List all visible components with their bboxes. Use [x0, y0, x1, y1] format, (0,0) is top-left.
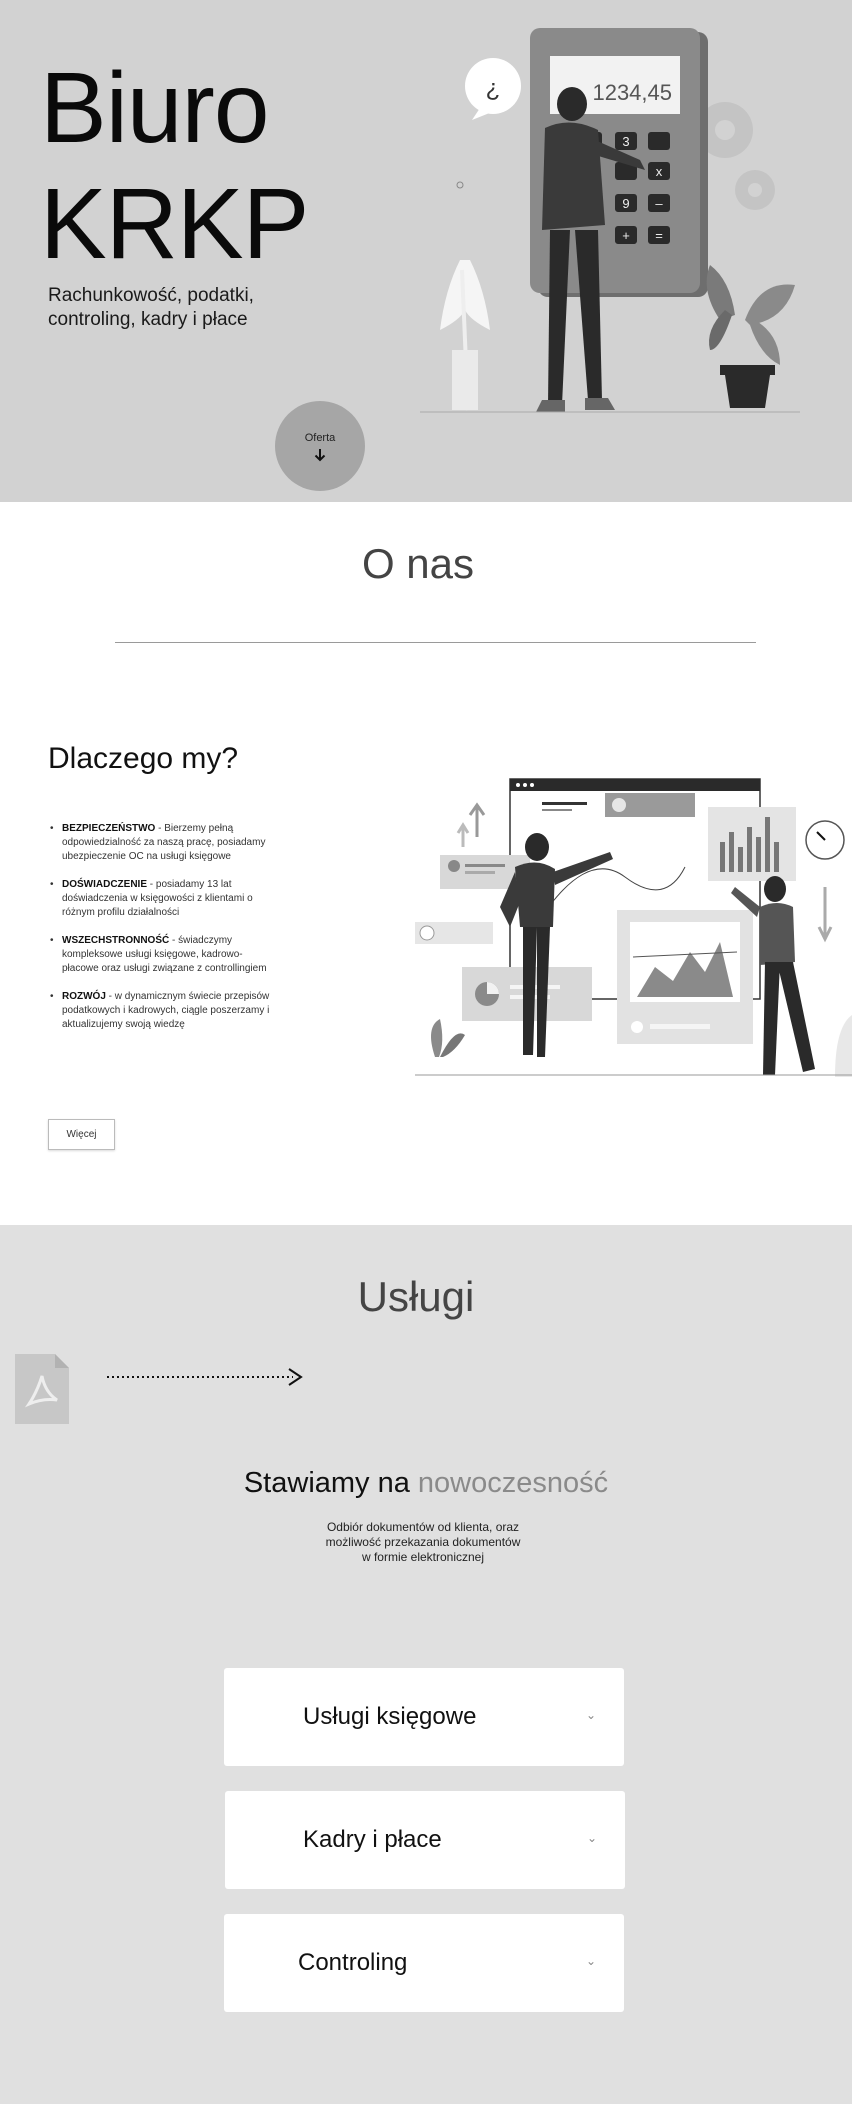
accordion-label: Usługi księgowe [303, 1703, 477, 1730]
modern-headline: Stawiamy na nowoczesność [0, 1467, 852, 1500]
calculator-key-9: 9 [622, 196, 629, 211]
hero-section: Biuro KRKP Rachunkowość, podatki, contro… [0, 0, 852, 502]
gear-icon [697, 102, 775, 210]
why-title: Dlaczego my? [48, 742, 239, 775]
modern-headline-plain: Stawiamy na [243, 1467, 418, 1499]
calculator-illustration: 1234,45 3 x 9 – + = ¿ [420, 28, 800, 413]
hero-title-line2: KRKP [40, 168, 309, 280]
calculator-display: 1234,45 [592, 80, 672, 105]
accordion-label: Controling [298, 1949, 408, 1976]
chevron-down-icon: ⌄ [585, 1708, 596, 1722]
calculator-key-equals: = [655, 228, 663, 243]
more-button[interactable]: Więcej [48, 1119, 115, 1150]
reasons-list: BEZPIECZEŃSTWO - Bierzemy pełną odpowied… [48, 822, 278, 1046]
offer-button[interactable]: Oferta [275, 401, 365, 491]
accordion-label: Kadry i płace [303, 1826, 442, 1853]
modern-description-line2: możliwość przekazania dokumentów [325, 1535, 521, 1549]
reason-title: ROZWÓJ [62, 991, 106, 1002]
hero-subtitle-line2: controling, kadry i płace [48, 309, 248, 330]
reason-title: WSZECHSTRONNOŚĆ [62, 935, 170, 946]
list-item: ROZWÓJ - w dynamicznym świecie przepisów… [48, 990, 278, 1032]
list-item: WSZECHSTRONNOŚĆ - świadczymy kompleksowe… [48, 934, 278, 976]
analytics-illustration [415, 778, 852, 1077]
list-item: BEZPIECZEŃSTWO - Bierzemy pełną odpowied… [48, 822, 278, 864]
modern-description-line3: w formie elektronicznej [361, 1550, 485, 1564]
modern-description: Odbiór dokumentów od klienta, oraz możli… [0, 1520, 846, 1565]
accordion-controlling[interactable]: Controling ⌄ [224, 1914, 624, 2012]
dotted-arrow-icon [107, 1368, 303, 1386]
calculator-key-plus: + [622, 228, 630, 243]
accordion-accounting[interactable]: Usługi księgowe ⌄ [224, 1668, 624, 1766]
hero-title: Biuro KRKP [40, 50, 309, 282]
accordion-payroll[interactable]: Kadry i płace ⌄ [225, 1791, 625, 1889]
modern-description-line1: Odbiór dokumentów od klienta, oraz [326, 1520, 520, 1534]
section-divider [115, 642, 756, 643]
calculator-key-x: x [656, 164, 663, 179]
chevron-down-icon: ⌄ [586, 1831, 597, 1845]
calculator-key-3: 3 [622, 134, 629, 149]
about-title: O nas [361, 540, 475, 587]
reason-title: BEZPIECZEŃSTWO [62, 823, 156, 834]
reason-title: DOŚWIADCZENIE [62, 879, 147, 890]
about-section: O nas Dlaczego my? BEZPIECZEŃSTWO - Bier… [0, 502, 852, 1225]
chevron-down-icon: ⌄ [585, 1954, 596, 1968]
services-title: Usługi [357, 1273, 475, 1320]
speech-glyph: ¿ [486, 75, 501, 102]
calculator-key-minus: – [655, 196, 663, 211]
offer-button-label: Oferta [304, 431, 336, 444]
hero-subtitle-line1: Rachunkowość, podatki, [48, 285, 254, 306]
arrow-down-icon [313, 448, 327, 467]
list-item: DOŚWIADCZENIE - posiadamy 13 lat doświad… [48, 878, 278, 920]
pdf-icon [15, 1354, 69, 1424]
hero-subtitle: Rachunkowość, podatki, controling, kadry… [48, 284, 308, 332]
services-section: Usługi Stawiamy na nowoczesność Odbiór d… [0, 1225, 852, 2104]
hero-title-line1: Biuro [40, 52, 269, 164]
modern-headline-highlight: nowoczesność [417, 1467, 609, 1499]
